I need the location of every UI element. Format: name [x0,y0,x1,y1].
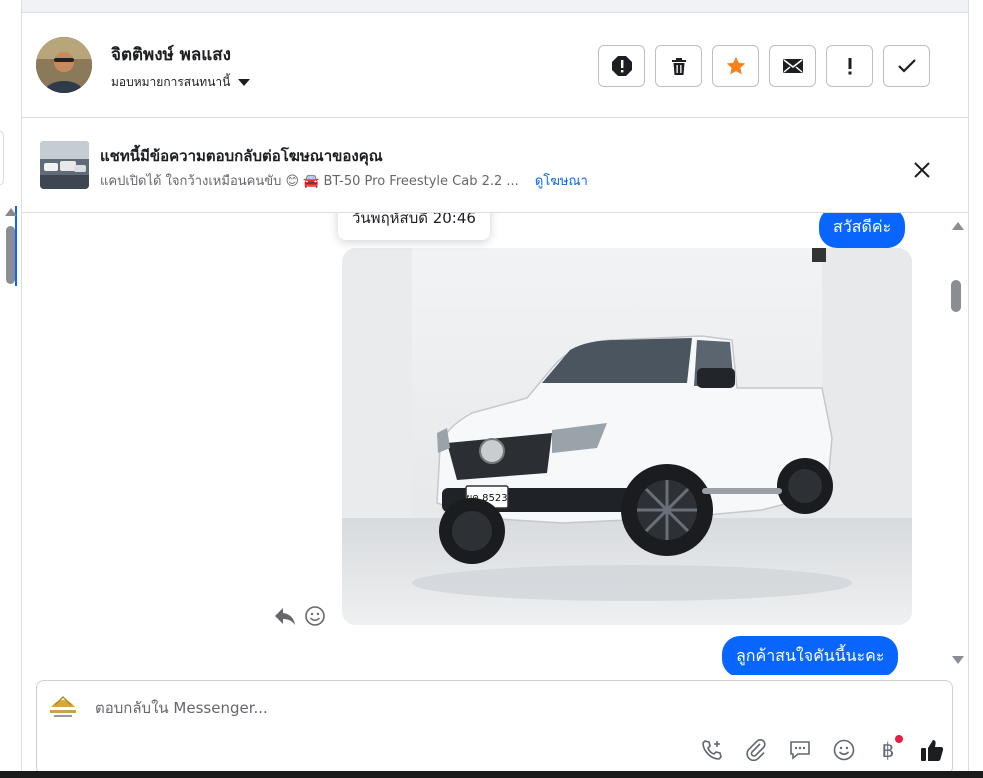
scrollbar-thumb[interactable] [6,226,15,284]
avatar[interactable] [36,37,92,93]
taskbar-edge [0,771,983,778]
phone-add-icon [702,740,722,760]
alert-circle-icon [611,56,632,76]
ad-banner-subtitle-row: แคปเปิดได้ ใจกว้างเหมือนคนขับ 😊 🚘 BT-50 … [100,170,588,191]
mark-spam-button[interactable] [598,45,645,87]
right-edge [968,0,983,778]
ad-thumbnail[interactable] [40,141,89,189]
follow-up-button[interactable] [826,45,873,87]
message-composer: ฿ [36,680,953,775]
scrollbar-thumb[interactable] [951,280,961,312]
paperclip-icon [746,738,766,762]
mark-done-button[interactable] [883,45,930,87]
envelope-icon [782,59,803,73]
star-icon [726,56,745,75]
message-photo[interactable]: ผค 8523 [342,248,912,625]
ad-banner-subtitle: แคปเปิดได้ ใจกว้างเหมือนคนขับ 😊 🚘 BT-50 … [100,174,519,189]
scroll-up-arrow-icon[interactable] [952,222,964,230]
payment-button[interactable]: ฿ [875,735,903,763]
check-icon [897,59,916,73]
thread-scrollbar[interactable] [948,218,964,668]
conversation-list-edge [0,0,22,778]
scroll-up-arrow-icon[interactable] [5,208,17,216]
like-button[interactable] [919,737,945,763]
attach-button[interactable] [743,737,769,763]
conversation-panel: จิตติพงษ์ พลแสง มอบหมายการสนทนานี้ แชทนี… [22,12,968,778]
smiley-icon [833,739,855,761]
message-bubble[interactable]: ลูกค้าสนใจคันนี้นะคะ [722,636,899,675]
emoji-reaction-icon[interactable] [304,605,326,627]
close-banner-button[interactable] [912,160,932,180]
chevron-down-icon [238,79,251,86]
call-button[interactable] [699,737,725,763]
exclamation-icon [848,58,851,75]
notification-dot [895,735,903,743]
reply-icon[interactable] [274,606,296,626]
delete-button[interactable] [655,45,702,87]
view-ad-link[interactable]: ดูโฆษณา [535,170,588,191]
message-thread: สวัสดีค่ะ วันพฤหัสบดี 20:46 ผค 8523 ลูกค… [22,213,968,675]
page-logo [47,691,79,719]
message-bubble[interactable]: สวัสดีค่ะ [819,213,906,248]
header-actions [598,45,930,87]
chat-dots-icon [790,741,810,760]
timestamp-tooltip: วันพฤหัสบดี 20:46 [338,213,490,240]
star-button[interactable] [712,45,759,87]
mark-unread-button[interactable] [769,45,816,87]
conversation-header: จิตติพงษ์ พลแสง มอบหมายการสนทนานี้ [22,13,968,118]
baht-icon: ฿ [881,738,895,762]
scroll-down-arrow-icon[interactable] [952,656,964,664]
ad-reply-banner: แชทนี้มีข้อความตอบกลับต่อโฆษณาของคุณ แคป… [22,118,968,213]
selected-indicator [15,206,17,286]
close-icon [914,162,930,178]
list-card[interactable] [0,130,4,186]
assign-conversation-dropdown[interactable]: มอบหมายการสนทนานี้ [111,73,251,92]
assign-label: มอบหมายการสนทนานี้ [111,75,231,89]
saved-replies-button[interactable] [787,737,813,763]
thumbs-up-icon [921,740,944,761]
ad-banner-title: แชทนี้มีข้อความตอบกลับต่อโฆษณาของคุณ [100,147,383,165]
trash-icon [671,58,686,75]
page: จิตติพงษ์ พลแสง มอบหมายการสนทนานี้ แชทนี… [0,0,983,778]
composer-tools: ฿ [699,735,945,763]
emoji-button[interactable] [831,737,857,763]
reply-input[interactable] [95,699,695,717]
message-actions [274,605,326,627]
contact-name[interactable]: จิตติพงษ์ พลแสง [111,41,231,68]
